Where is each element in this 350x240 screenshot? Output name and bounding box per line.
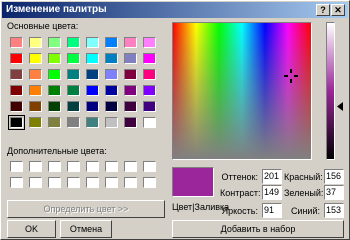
crosshair-icon [284,69,298,83]
red-field[interactable]: 156 [324,169,344,184]
basic-color-swatch[interactable] [67,37,80,48]
basic-color-swatch[interactable] [105,117,118,128]
basic-color-swatch[interactable] [143,69,156,80]
lum-field[interactable]: 91 [262,203,282,218]
custom-colors-label: Дополнительные цвета: [7,146,107,156]
basic-color-swatch[interactable] [10,101,23,112]
custom-color-swatch[interactable] [124,177,137,188]
green-field[interactable]: 37 [324,185,344,200]
edit-colors-dialog: Изменение палитры ? ✕ Основные цвета: До… [0,0,350,240]
red-label: Красный: [284,172,323,182]
basic-color-swatch[interactable] [48,69,61,80]
basic-color-swatch[interactable] [143,101,156,112]
basic-color-swatch[interactable] [29,117,42,128]
basic-color-swatch[interactable] [105,53,118,64]
basic-color-swatch[interactable] [10,85,23,96]
add-to-custom-colors-button[interactable]: Добавить в набор [172,220,344,238]
basic-colors-label: Основные цвета: [7,21,79,31]
basic-color-swatch[interactable] [48,37,61,48]
basic-color-swatch[interactable] [48,85,61,96]
basic-color-swatch[interactable] [29,69,42,80]
basic-color-swatch[interactable] [67,117,80,128]
custom-color-swatch[interactable] [67,161,80,172]
custom-color-swatch[interactable] [67,177,80,188]
luminosity-slider[interactable] [326,22,335,160]
title-bar[interactable]: Изменение палитры ? ✕ [2,2,348,18]
basic-color-swatch[interactable] [86,85,99,96]
color-preview [172,167,214,197]
basic-color-swatch[interactable] [29,53,42,64]
custom-color-swatch[interactable] [29,161,42,172]
basic-color-swatch[interactable] [29,85,42,96]
basic-color-swatch[interactable] [29,101,42,112]
basic-color-swatch[interactable] [8,115,25,130]
basic-color-swatch[interactable] [86,37,99,48]
basic-color-swatch[interactable] [86,101,99,112]
basic-color-swatch[interactable] [124,85,137,96]
blue-field[interactable]: 153 [324,203,344,218]
define-custom-colors-button[interactable]: Определить цвет >> [7,200,165,218]
basic-color-swatch[interactable] [67,85,80,96]
custom-color-swatch[interactable] [86,177,99,188]
close-button[interactable]: ✕ [331,4,345,16]
basic-color-swatch[interactable] [143,117,156,128]
cancel-button[interactable]: Отмена [60,220,112,238]
basic-color-swatch[interactable] [105,85,118,96]
basic-color-swatch[interactable] [67,101,80,112]
custom-color-swatch[interactable] [86,161,99,172]
basic-color-swatch[interactable] [48,53,61,64]
basic-color-swatch[interactable] [143,37,156,48]
green-label: Зеленый: [284,188,324,198]
help-button[interactable]: ? [316,4,330,16]
custom-color-swatch[interactable] [105,161,118,172]
custom-color-swatch[interactable] [10,161,23,172]
basic-color-swatch[interactable] [124,53,137,64]
sat-label: Контраст: [220,188,261,198]
ok-button[interactable]: OK [7,220,56,238]
custom-color-swatch[interactable] [143,177,156,188]
basic-color-swatch[interactable] [86,53,99,64]
basic-color-swatch[interactable] [67,69,80,80]
basic-color-swatch[interactable] [124,101,137,112]
hue-label: Оттенок: [221,172,258,182]
custom-color-swatch[interactable] [124,161,137,172]
custom-color-swatch[interactable] [10,177,23,188]
custom-color-swatch[interactable] [48,177,61,188]
basic-color-swatch[interactable] [29,37,42,48]
basic-color-swatch[interactable] [86,69,99,80]
custom-color-swatch[interactable] [48,161,61,172]
basic-color-swatch[interactable] [124,117,137,128]
basic-color-swatch[interactable] [86,117,99,128]
basic-color-swatch[interactable] [48,101,61,112]
blue-label: Синий: [290,206,320,216]
color-spectrum[interactable] [172,22,312,160]
custom-color-swatch[interactable] [105,177,118,188]
sat-field[interactable]: 149 [262,185,282,200]
basic-color-swatch[interactable] [48,117,61,128]
custom-color-swatch[interactable] [29,177,42,188]
basic-color-swatch[interactable] [10,69,23,80]
hue-field[interactable]: 201 [262,169,282,184]
luminosity-arrow-icon[interactable] [337,102,343,111]
basic-color-swatch[interactable] [124,37,137,48]
basic-color-swatch[interactable] [10,37,23,48]
dialog-title: Изменение палитры [6,4,107,15]
basic-color-swatch[interactable] [10,53,23,64]
basic-color-swatch[interactable] [124,69,137,80]
basic-color-swatch[interactable] [143,53,156,64]
basic-color-swatch[interactable] [67,53,80,64]
basic-color-swatch[interactable] [105,101,118,112]
lum-label: Яркость: [221,206,258,216]
basic-color-swatch[interactable] [143,85,156,96]
basic-color-swatch[interactable] [105,69,118,80]
basic-color-swatch[interactable] [105,37,118,48]
custom-color-swatch[interactable] [143,161,156,172]
